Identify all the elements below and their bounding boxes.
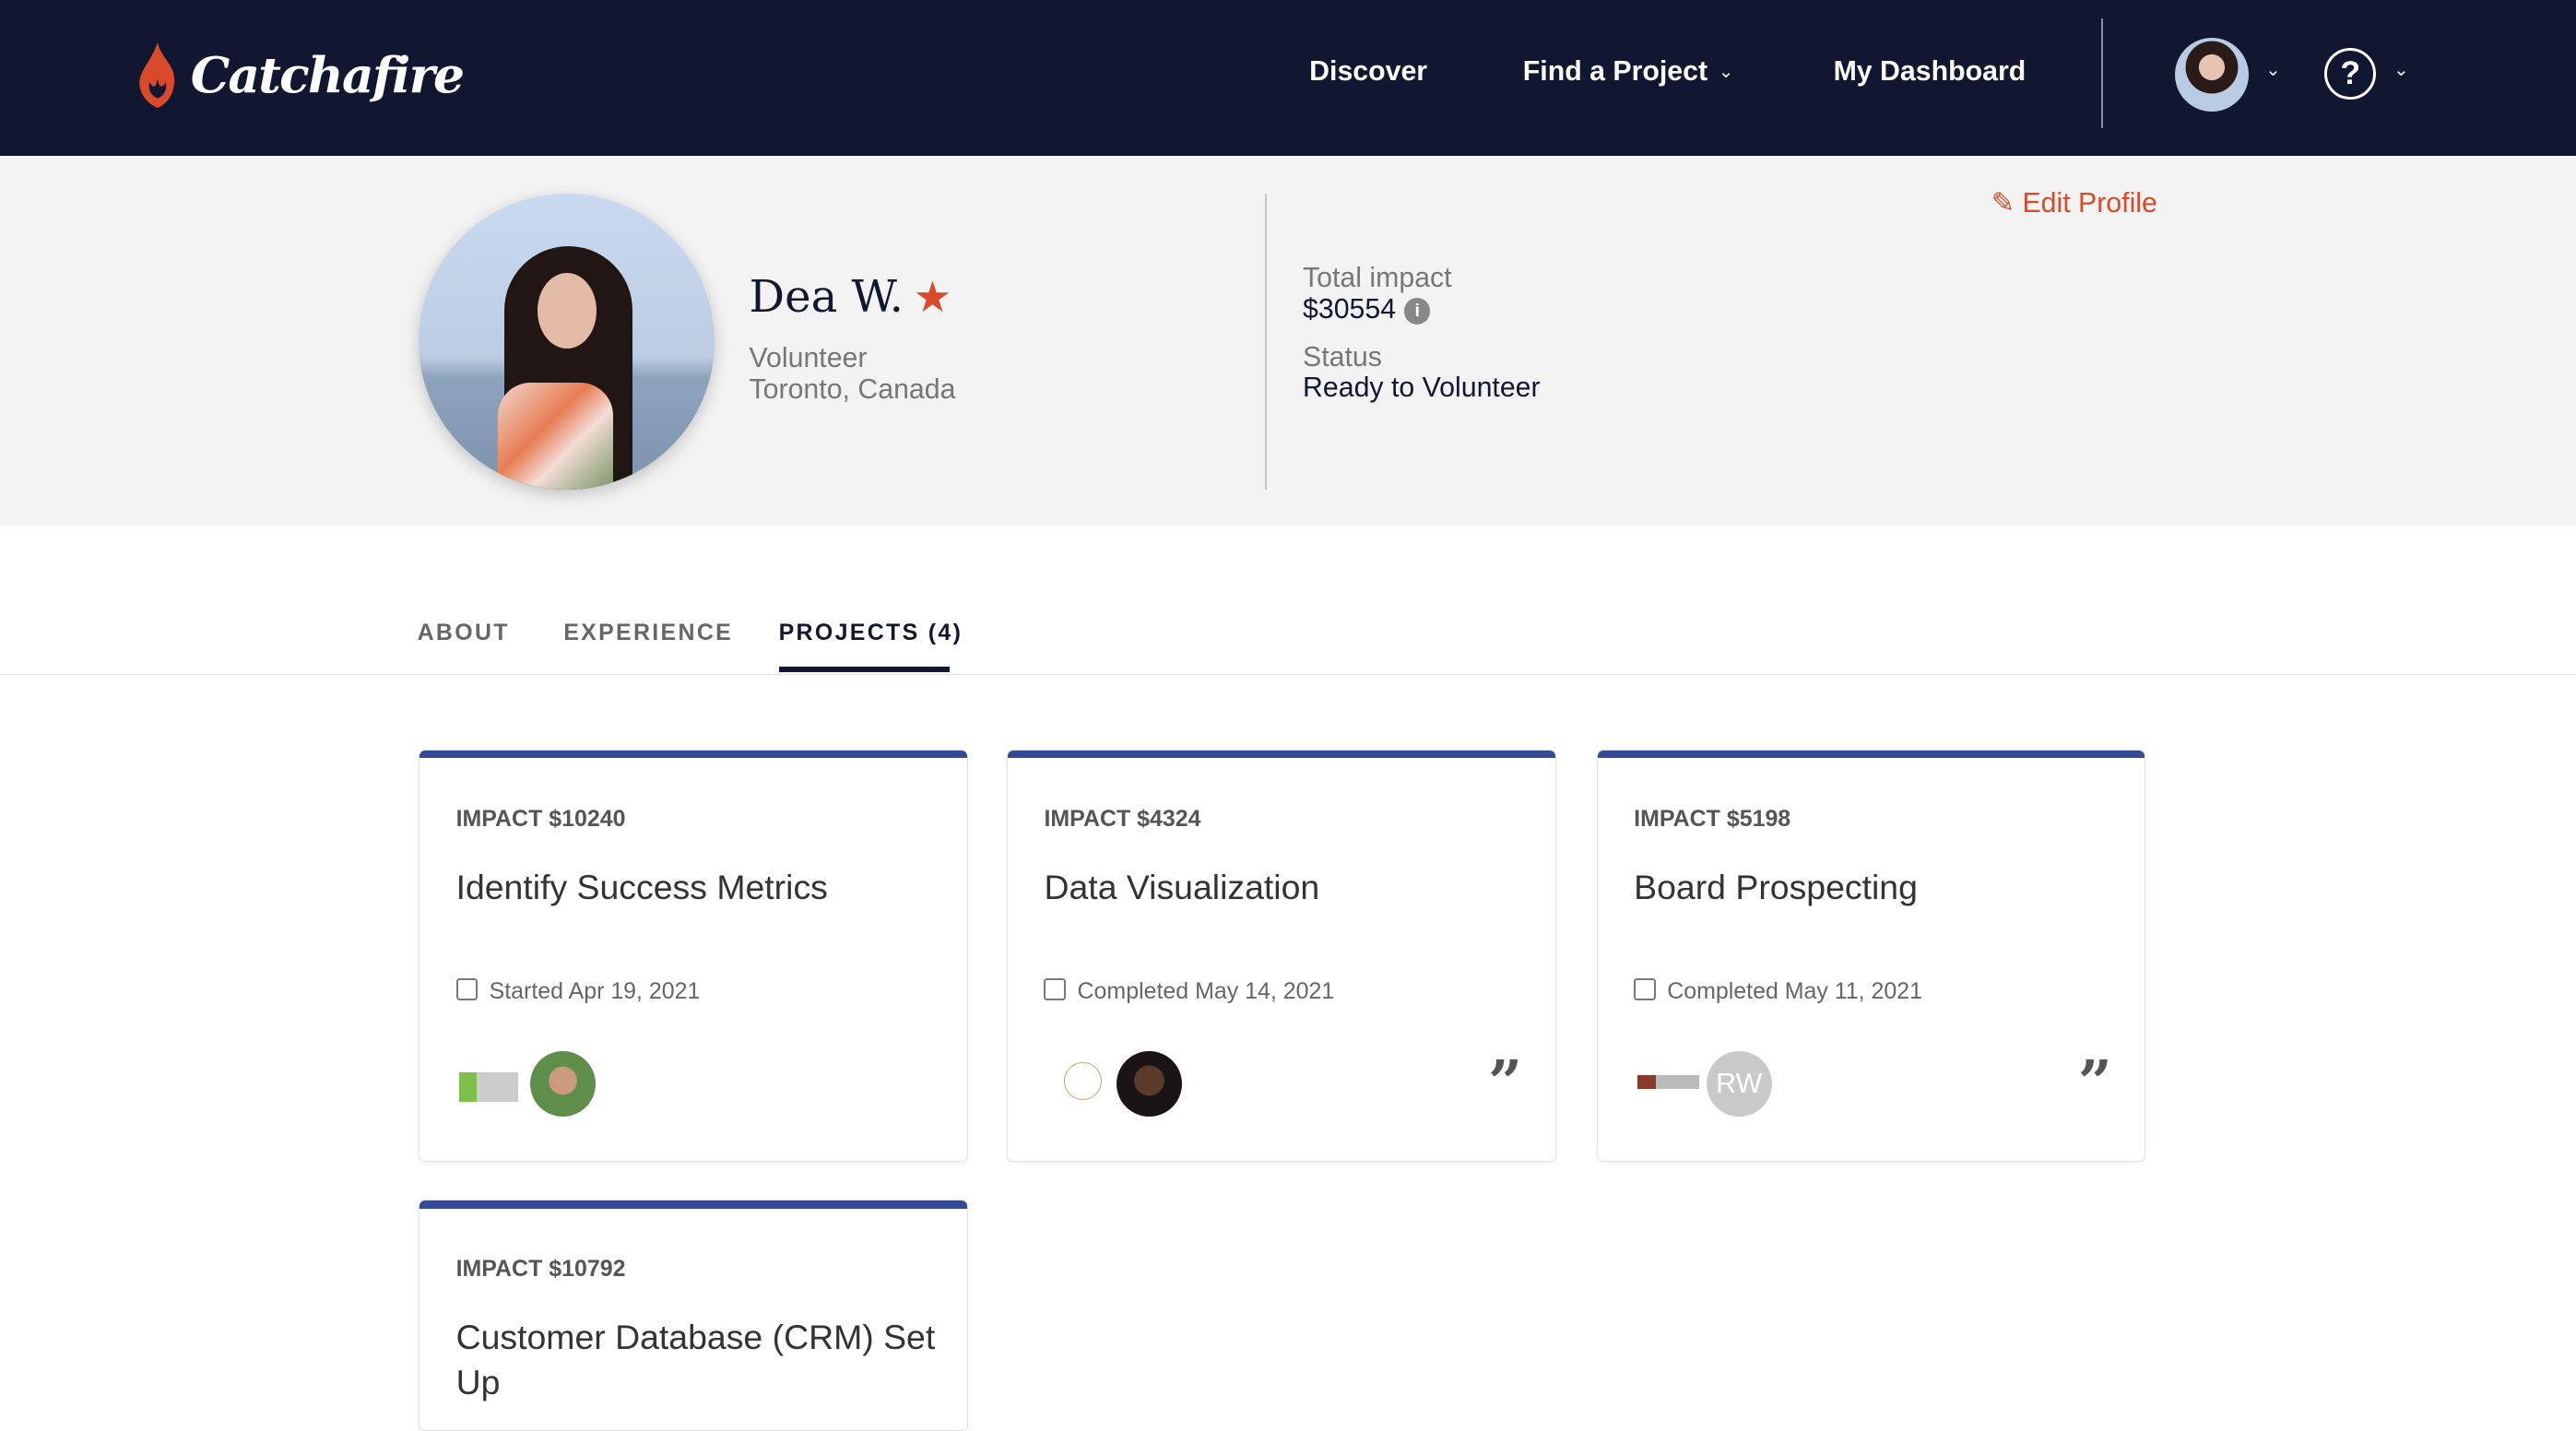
date-text: Completed May 11, 2021 bbox=[1667, 978, 1923, 1005]
calendar-icon bbox=[1634, 978, 1656, 1000]
nav-find-project[interactable]: Find a Project bbox=[1523, 56, 1707, 88]
profile-name: Dea W. ★ bbox=[750, 271, 952, 323]
client-avatar bbox=[1116, 1050, 1183, 1117]
date-text: Completed May 14, 2021 bbox=[1077, 978, 1335, 1005]
nav-divider bbox=[2101, 18, 2103, 128]
help-icon[interactable]: ? bbox=[2324, 47, 2377, 100]
profile-location: Toronto, Canada bbox=[749, 374, 956, 406]
project-impact: IMPACT $4324 bbox=[1044, 806, 1201, 833]
profile-role: Volunteer bbox=[749, 343, 868, 374]
profile-photo bbox=[419, 194, 715, 490]
info-icon[interactable]: i bbox=[1403, 298, 1431, 325]
org-logo bbox=[1637, 1075, 1700, 1089]
project-card[interactable]: IMPACT $5198 Board Prospecting Completed… bbox=[1596, 749, 2146, 1162]
tab-experience[interactable]: EXPERIENCE bbox=[563, 620, 733, 646]
calendar-icon bbox=[1044, 978, 1067, 1000]
top-nav: Catchafire Discover Find a Project ⌄ My … bbox=[0, 0, 2576, 157]
status-value: Ready to Volunteer bbox=[1303, 373, 1541, 404]
project-card[interactable]: IMPACT $10240 Identify Success Metrics S… bbox=[419, 749, 968, 1162]
total-impact-label: Total impact bbox=[1303, 263, 1452, 294]
divider bbox=[1265, 194, 1267, 490]
catchafire-logo[interactable]: Catchafire bbox=[135, 42, 465, 109]
volunteer-avatar bbox=[529, 1050, 597, 1117]
profile-header bbox=[0, 156, 2576, 526]
project-title[interactable]: Board Prospecting bbox=[1634, 865, 2127, 909]
status-label: Status bbox=[1303, 341, 1382, 373]
logo-text: Catchafire bbox=[190, 46, 465, 105]
chevron-down-icon[interactable]: ⌄ bbox=[2265, 59, 2280, 81]
project-date: Completed May 14, 2021 bbox=[1044, 978, 1334, 1005]
calendar-icon bbox=[455, 978, 479, 1000]
org-logo bbox=[1063, 1062, 1103, 1101]
total-impact-value: $30554 i bbox=[1303, 293, 1431, 325]
client-initials-avatar: RW bbox=[1706, 1050, 1772, 1117]
tabs-divider bbox=[0, 673, 2576, 676]
project-impact: IMPACT $5198 bbox=[1634, 806, 1791, 833]
quote-icon[interactable]: ” bbox=[1488, 1054, 1522, 1113]
active-tab-indicator bbox=[778, 667, 950, 672]
project-title[interactable]: Customer Database (CRM) Set Up bbox=[456, 1315, 950, 1403]
pencil-icon: ✎ bbox=[1991, 188, 2015, 219]
impact-amount: $30554 bbox=[1303, 293, 1397, 325]
project-date: Started Apr 19, 2021 bbox=[455, 978, 701, 1005]
quote-icon[interactable]: ” bbox=[2078, 1054, 2112, 1113]
nav-my-dashboard[interactable]: My Dashboard bbox=[1834, 56, 2027, 88]
project-title[interactable]: Identify Success Metrics bbox=[456, 865, 950, 909]
name-text: Dea W. bbox=[749, 271, 904, 323]
user-avatar[interactable] bbox=[2175, 37, 2250, 112]
project-date: Completed May 11, 2021 bbox=[1634, 978, 1922, 1005]
project-impact: IMPACT $10240 bbox=[455, 806, 626, 833]
edit-label: Edit Profile bbox=[2022, 188, 2157, 219]
chevron-down-icon[interactable]: ⌄ bbox=[2393, 59, 2408, 81]
edit-profile-button[interactable]: ✎ Edit Profile bbox=[1991, 187, 2157, 219]
tab-projects[interactable]: PROJECTS (4) bbox=[779, 620, 963, 646]
date-text: Started Apr 19, 2021 bbox=[489, 978, 701, 1005]
project-card[interactable]: IMPACT $10792 Customer Database (CRM) Se… bbox=[419, 1199, 968, 1431]
flame-icon bbox=[139, 42, 175, 109]
org-logo bbox=[459, 1071, 519, 1102]
tab-about[interactable]: ABOUT bbox=[418, 620, 510, 646]
chevron-down-icon[interactable]: ⌄ bbox=[1719, 61, 1733, 83]
nav-discover[interactable]: Discover bbox=[1309, 56, 1427, 88]
project-card[interactable]: IMPACT $4324 Data Visualization Complete… bbox=[1007, 749, 1556, 1162]
project-title[interactable]: Data Visualization bbox=[1044, 865, 1537, 909]
star-icon: ★ bbox=[913, 272, 952, 322]
project-impact: IMPACT $10792 bbox=[455, 1256, 626, 1283]
